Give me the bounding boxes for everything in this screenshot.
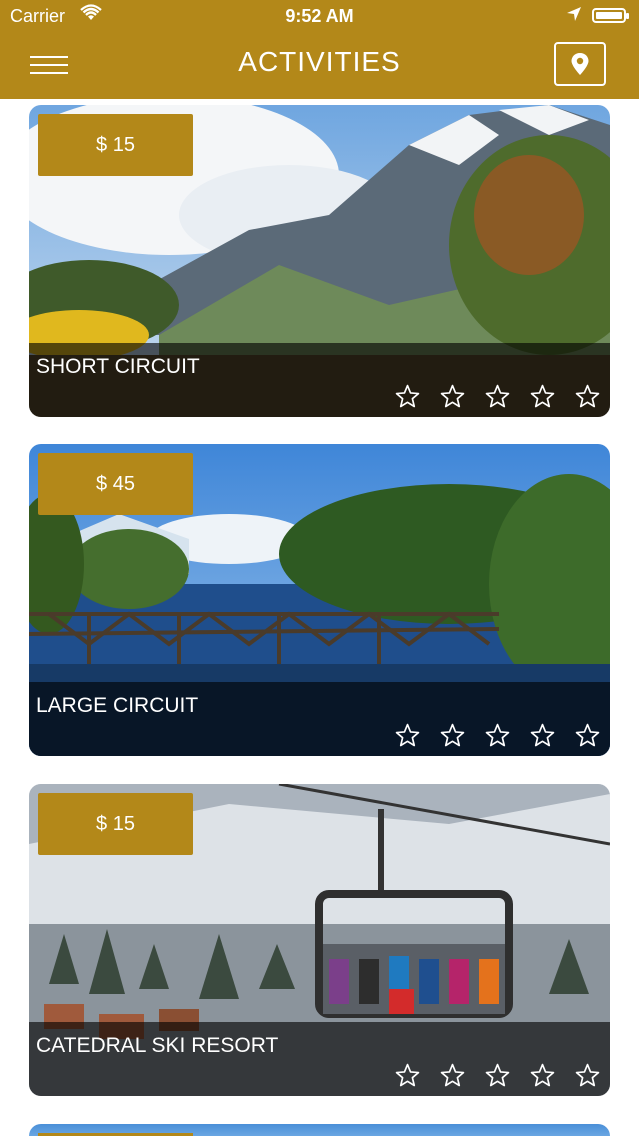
star-icon[interactable] bbox=[440, 723, 465, 748]
card-caption: SHORT CIRCUIT bbox=[29, 343, 610, 417]
star-icon[interactable] bbox=[485, 1063, 510, 1088]
star-icon[interactable] bbox=[485, 384, 510, 409]
rating-stars bbox=[395, 1063, 600, 1088]
price-badge: $ 45 bbox=[38, 453, 193, 515]
price-badge: $ 15 bbox=[38, 114, 193, 176]
star-icon[interactable] bbox=[530, 723, 555, 748]
activity-card[interactable] bbox=[29, 1124, 610, 1136]
card-caption: CATEDRAL SKI RESORT bbox=[29, 1022, 610, 1096]
map-button[interactable] bbox=[554, 42, 606, 86]
status-bar: Carrier 9:52 AM bbox=[0, 0, 639, 34]
star-icon[interactable] bbox=[485, 723, 510, 748]
activity-name: CATEDRAL SKI RESORT bbox=[36, 1034, 279, 1057]
location-arrow-icon bbox=[566, 6, 582, 27]
star-icon[interactable] bbox=[395, 384, 420, 409]
page-title: ACTIVITIES bbox=[238, 46, 401, 77]
activity-name: LARGE CIRCUIT bbox=[36, 694, 199, 717]
star-icon[interactable] bbox=[440, 384, 465, 409]
star-icon[interactable] bbox=[530, 1063, 555, 1088]
star-icon[interactable] bbox=[395, 1063, 420, 1088]
star-icon[interactable] bbox=[530, 384, 555, 409]
rating-stars bbox=[395, 723, 600, 748]
clock: 9:52 AM bbox=[285, 6, 354, 26]
activity-card[interactable]: $ 45 LARGE CIRCUIT bbox=[29, 444, 610, 756]
star-icon[interactable] bbox=[395, 723, 420, 748]
card-caption: LARGE CIRCUIT bbox=[29, 682, 610, 756]
price-badge: $ 15 bbox=[38, 793, 193, 855]
star-icon[interactable] bbox=[440, 1063, 465, 1088]
star-icon[interactable] bbox=[575, 723, 600, 748]
star-icon[interactable] bbox=[575, 1063, 600, 1088]
nav-bar: Carrier 9:52 AM ACTIVITIES bbox=[0, 0, 639, 99]
battery-icon bbox=[592, 8, 629, 23]
activity-card[interactable]: $ 15 CATEDRAL SKI RESORT bbox=[29, 784, 610, 1096]
activity-card[interactable]: $ 15 SHORT CIRCUIT bbox=[29, 105, 610, 417]
activity-name: SHORT CIRCUIT bbox=[36, 355, 200, 378]
rating-stars bbox=[395, 384, 600, 409]
star-icon[interactable] bbox=[575, 384, 600, 409]
map-pin-icon bbox=[571, 53, 589, 75]
